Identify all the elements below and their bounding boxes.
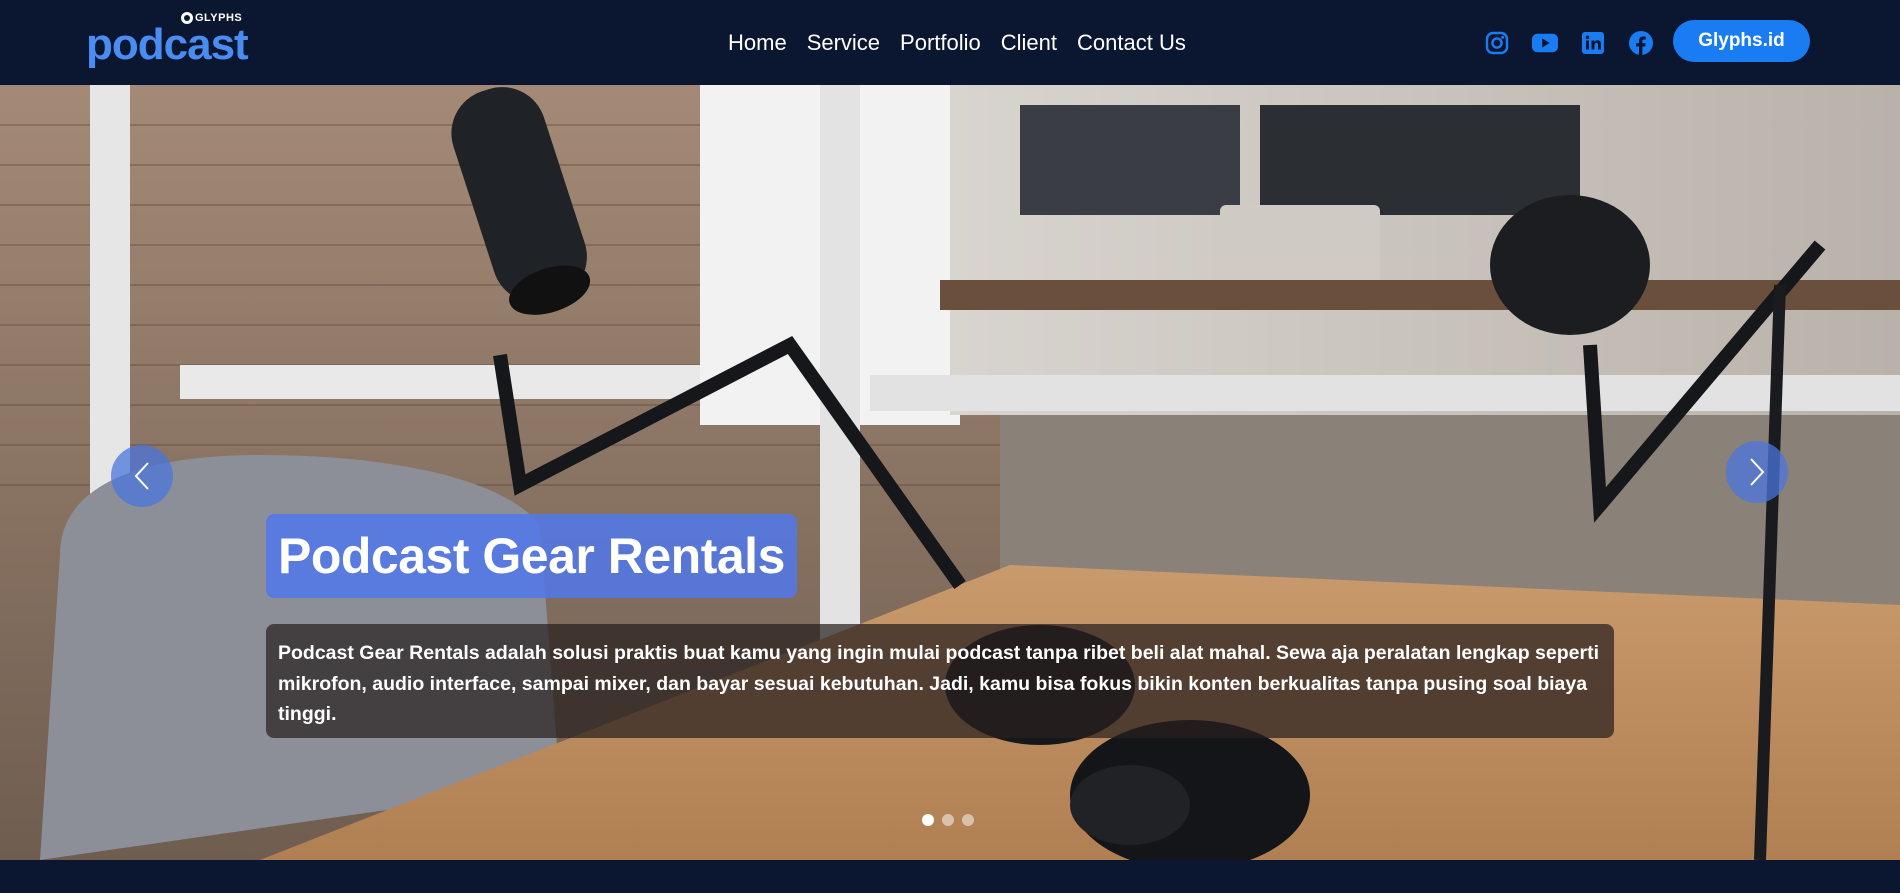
carousel-prev-button[interactable] [111, 445, 173, 507]
carousel-indicators [922, 814, 974, 826]
nav-link-service[interactable]: Service [807, 30, 880, 56]
youtube-icon[interactable] [1532, 30, 1558, 56]
brand-main-label: podcast [86, 20, 249, 69]
chevron-left-icon [134, 462, 149, 490]
facebook-icon[interactable] [1628, 30, 1654, 56]
glyphs-id-button[interactable]: Glyphs.id [1673, 20, 1810, 62]
linkedin-icon[interactable] [1580, 30, 1606, 56]
carousel-indicator-1[interactable] [922, 814, 934, 826]
carousel-indicator-2[interactable] [942, 814, 954, 826]
navbar: GLYPHS podcast Home Service Portfolio Cl… [0, 0, 1900, 85]
hero-title: Podcast Gear Rentals [278, 528, 785, 584]
hero-description: Podcast Gear Rentals adalah solusi prakt… [278, 642, 1600, 725]
page-bottom-strip [0, 860, 1900, 893]
nav-link-portfolio[interactable]: Portfolio [900, 30, 981, 56]
hero-background-image [0, 85, 1900, 860]
instagram-icon[interactable] [1484, 30, 1510, 56]
social-links [1484, 0, 1654, 85]
brand-logo[interactable]: GLYPHS podcast [86, 10, 266, 72]
carousel-indicator-3[interactable] [962, 814, 974, 826]
nav-link-contact-us[interactable]: Contact Us [1077, 30, 1186, 56]
carousel-next-button[interactable] [1726, 441, 1788, 503]
hero-title-box: Podcast Gear Rentals [266, 514, 797, 598]
hero-description-box: Podcast Gear Rentals adalah solusi prakt… [266, 624, 1614, 738]
chevron-right-icon [1750, 458, 1765, 486]
nav-link-client[interactable]: Client [1001, 30, 1057, 56]
hero-carousel: Podcast Gear Rentals Podcast Gear Rental… [0, 85, 1900, 860]
main-nav: Home Service Portfolio Client Contact Us [728, 0, 1186, 85]
nav-link-home[interactable]: Home [728, 30, 787, 56]
